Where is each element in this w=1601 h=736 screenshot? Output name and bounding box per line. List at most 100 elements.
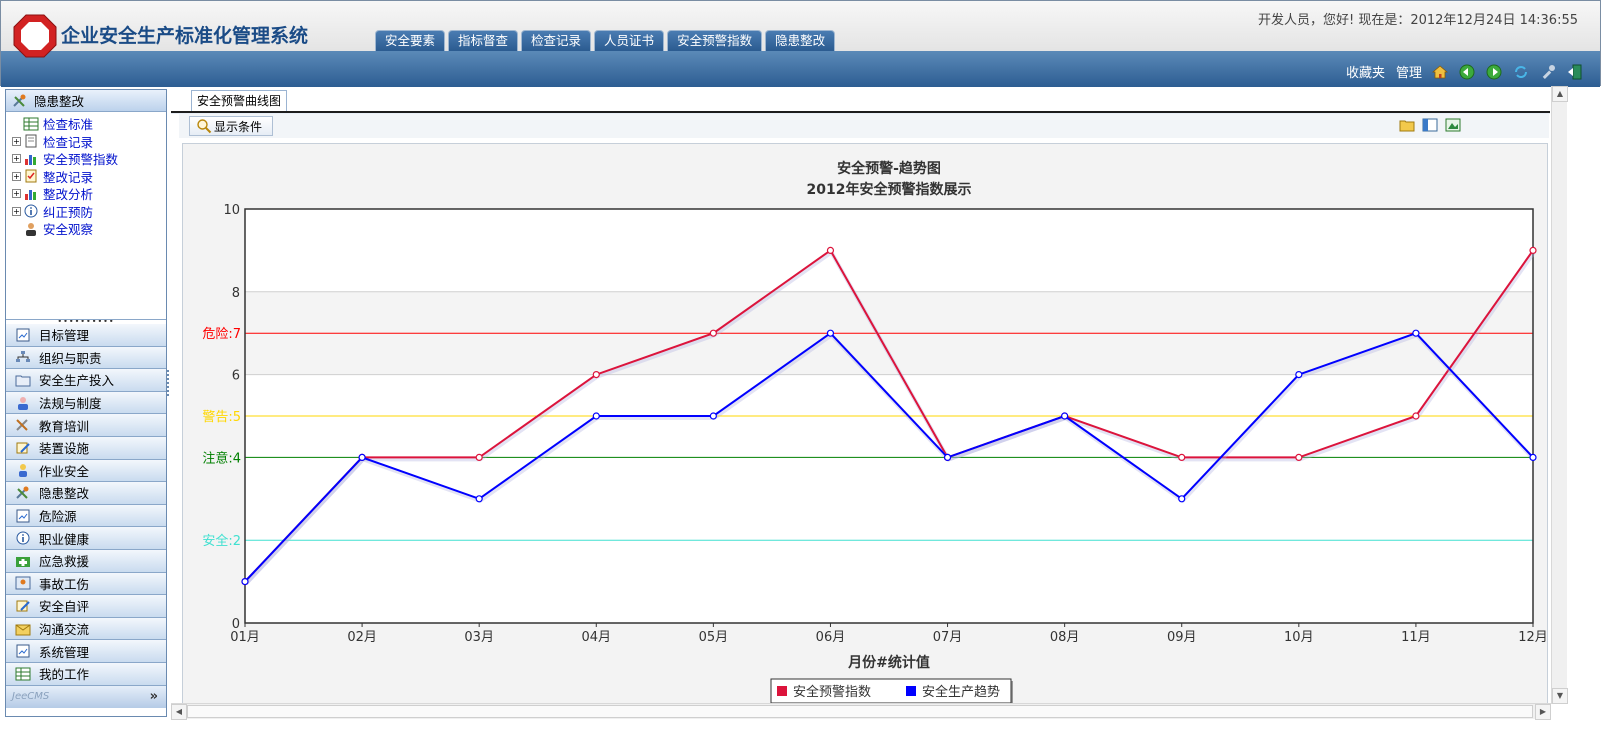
horizontal-scrollbar[interactable]: ◀ ▶ [171, 703, 1551, 720]
show-conditions-label: 显示条件 [214, 119, 263, 134]
sidebar-menu-item[interactable]: 法规与制度 [6, 391, 166, 415]
threshold-label: 警告:5 [202, 409, 241, 425]
sidebar-menu-item[interactable]: 教育培训 [6, 414, 166, 437]
x-tick-label: 01月 [230, 630, 260, 645]
sidebar-menu-item[interactable]: 作业安全 [6, 459, 166, 483]
x-tick-label: 05月 [699, 630, 729, 645]
expand-plus-icon[interactable]: + [12, 136, 21, 146]
bar-chart-icon [23, 187, 39, 201]
tree-item-label[interactable]: 安全预警指数 [43, 149, 118, 168]
data-point [1295, 453, 1303, 461]
show-conditions-button[interactable]: 显示条件 [189, 116, 274, 136]
sidebar-menu-item[interactable]: 危险源 [6, 504, 166, 528]
worker-icon [14, 462, 32, 478]
legend-swatch [777, 686, 787, 696]
sidebar-menu-item[interactable]: 隐患整改 [6, 482, 166, 505]
main-tab[interactable]: 检查记录 [521, 30, 592, 51]
scroll-thumb[interactable] [187, 705, 1533, 718]
expand-plus-icon[interactable]: + [12, 154, 21, 164]
tree-item[interactable]: + 整改记录 [6, 168, 166, 186]
tree-item-label[interactable]: 检查标准 [43, 114, 93, 133]
data-point [1529, 246, 1537, 255]
welcome-text: 开发人员，您好! 现在是：2012年12月24日 14:36:55 [1257, 13, 1578, 28]
sidebar-menu-item[interactable]: 职业健康 [6, 527, 166, 550]
sidebar-menu-label: 法规与制度 [39, 396, 102, 412]
tree-item-label[interactable]: 检查记录 [43, 132, 93, 151]
tree-item[interactable]: + 整改分析 [6, 185, 166, 203]
sidebar-menu-label: 安全生产投入 [39, 373, 115, 389]
image-export-icon[interactable] [1444, 117, 1461, 133]
sidebar-menu-item[interactable]: 安全生产投入 [6, 369, 166, 392]
tree-item-label[interactable]: 整改分析 [43, 184, 93, 203]
sidebar: 隐患整改 检查标准 + 检查记录 + 安全预警指数 + 整改记录 + 整改分析 + 纠正预防 安全观察… [5, 89, 167, 717]
logo-icon [13, 14, 57, 58]
threshold-label: 安全:2 [202, 533, 241, 549]
refresh-icon[interactable] [1512, 63, 1530, 81]
vertical-scrollbar[interactable]: ▲ ▼ [1551, 86, 1568, 704]
sidebar-menu-label: 隐患整改 [39, 486, 90, 502]
open-folder-icon[interactable] [1398, 117, 1415, 133]
sidebar-menu-item[interactable]: 组织与职责 [6, 346, 166, 370]
tab-warning-curve[interactable]: 安全预警曲线图 [191, 90, 288, 112]
favorites-link[interactable]: 收藏夹 [1346, 62, 1385, 81]
main-tab[interactable]: 人员证书 [594, 30, 665, 51]
sidebar-menu-item[interactable]: 安全自评 [6, 595, 166, 618]
sidebar-menu-item[interactable]: 事故工伤 [6, 572, 166, 596]
scroll-up-arrow[interactable]: ▲ [1552, 86, 1568, 102]
rescue-icon [14, 553, 32, 569]
sidebar-menu-item[interactable]: 系统管理 [6, 640, 166, 663]
back-icon[interactable] [1458, 63, 1476, 81]
data-point [475, 453, 483, 461]
scroll-left-arrow[interactable]: ◀ [171, 704, 187, 720]
manage-link[interactable]: 管理 [1396, 62, 1422, 81]
expand-plus-icon[interactable]: + [12, 206, 21, 216]
sidebar-section-header[interactable]: 隐患整改 [6, 90, 166, 112]
data-point [709, 412, 717, 420]
sidebar-menu-label: 安全自评 [39, 599, 90, 615]
warning-trend-chart: 安全预警-趋势图2012年安全预警指数展示06810危险:7警告:5注意:4安全… [202, 160, 1548, 705]
sidebar-resize-grip[interactable] [166, 370, 169, 398]
sidebar-menu-item[interactable]: 我的工作 [6, 662, 166, 686]
sidebar-menu-label: 事故工伤 [39, 576, 90, 592]
sidebar-menu-item[interactable]: 目标管理 [6, 324, 166, 347]
forward-icon[interactable] [1485, 63, 1503, 81]
main-tab[interactable]: 指标督查 [448, 30, 519, 51]
scroll-right-arrow[interactable]: ▶ [1535, 704, 1551, 720]
main-tab[interactable]: 隐患整改 [765, 30, 836, 51]
sidebar-menu-item[interactable]: 沟通交流 [6, 617, 166, 641]
table-icon [23, 117, 39, 131]
main-tab[interactable]: 安全要素 [375, 30, 446, 51]
expand-plus-icon[interactable]: + [12, 189, 21, 199]
home-icon[interactable] [1431, 63, 1449, 81]
tree-item-label[interactable]: 整改记录 [43, 167, 93, 186]
expand-plus-icon[interactable]: + [12, 171, 21, 181]
tree-item[interactable]: + 纠正预防 [6, 203, 166, 221]
scroll-down-arrow[interactable]: ▼ [1552, 688, 1568, 704]
tree-item[interactable]: 安全观察 [6, 220, 166, 238]
tree-item[interactable]: 检查标准 [6, 115, 166, 133]
x-axis-label: 月份#统计值 [847, 654, 930, 671]
sidebar-menu-label: 危险源 [39, 509, 77, 525]
y-tick-label: 6 [232, 369, 240, 384]
sidebar-menu-item[interactable]: 应急救援 [6, 549, 166, 573]
tree-item-label[interactable]: 纠正预防 [43, 202, 93, 221]
tree-item[interactable]: + 检查记录 [6, 133, 166, 151]
data-point [1295, 371, 1303, 379]
tree-item-label[interactable]: 安全观察 [43, 219, 93, 238]
wrench-icon [14, 485, 32, 501]
checklist-icon [23, 169, 39, 183]
chart-title: 安全预警-趋势图 [837, 160, 941, 177]
data-point [709, 329, 717, 337]
main-tab[interactable]: 安全预警指数 [667, 30, 763, 51]
sidebar-menu-item[interactable]: 装置设施 [6, 436, 166, 460]
tree-item[interactable]: + 安全预警指数 [6, 150, 166, 168]
condition-bar: 显示条件 [179, 114, 1549, 138]
logout-icon[interactable] [1566, 63, 1584, 81]
info-icon [14, 530, 32, 546]
settings-wrench-icon[interactable] [1539, 63, 1557, 81]
expand-more-button[interactable]: » [150, 689, 158, 704]
table-view-icon[interactable] [1421, 117, 1438, 133]
sidebar-menu-label: 系统管理 [39, 644, 90, 660]
sidebar-menu-label: 我的工作 [39, 667, 90, 683]
chart-subtitle: 2012年安全预警指数展示 [807, 181, 972, 198]
